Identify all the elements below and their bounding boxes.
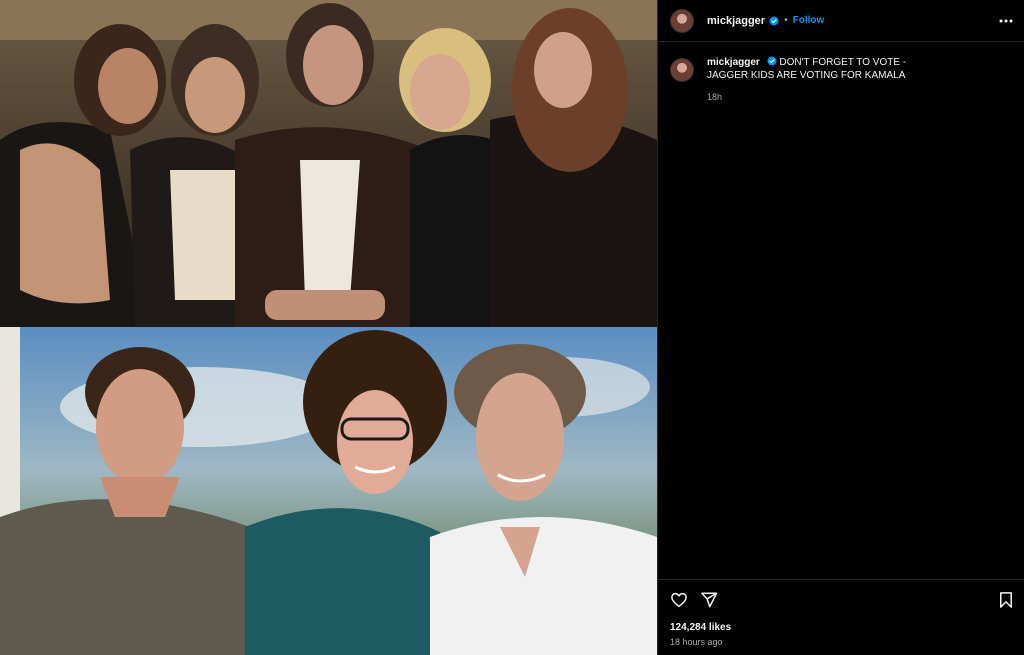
post-side-panel: mickjagger • Follow mickjagger DON'T FOR… bbox=[657, 0, 1024, 655]
username-link[interactable]: mickjagger bbox=[707, 15, 765, 27]
caption-body: mickjagger DON'T FORGET TO VOTE - JAGGER… bbox=[707, 56, 917, 104]
heart-icon[interactable] bbox=[670, 591, 688, 609]
follow-button[interactable]: Follow bbox=[793, 15, 825, 26]
caption-timestamp[interactable]: 18h bbox=[707, 91, 917, 104]
caption-username-link[interactable]: mickjagger bbox=[707, 57, 760, 68]
caption-avatar[interactable] bbox=[670, 58, 694, 82]
bookmark-icon[interactable] bbox=[998, 591, 1014, 609]
post-timestamp[interactable]: 18 hours ago bbox=[670, 637, 723, 647]
header-separator: • bbox=[784, 15, 788, 26]
photo-three-men-bottom bbox=[0, 327, 657, 655]
more-options-icon[interactable] bbox=[998, 13, 1014, 29]
avatar[interactable] bbox=[670, 8, 694, 33]
post-header: mickjagger • Follow bbox=[658, 0, 1024, 42]
verified-badge-icon bbox=[769, 16, 779, 25]
post-media[interactable] bbox=[0, 0, 657, 655]
verified-badge-icon bbox=[767, 56, 777, 66]
post-actions: 124,284 likes 18 hours ago bbox=[658, 579, 1024, 655]
share-icon[interactable] bbox=[700, 591, 718, 609]
likes-count[interactable]: 124,284 likes bbox=[670, 622, 731, 633]
post-caption: mickjagger DON'T FORGET TO VOTE - JAGGER… bbox=[658, 42, 1024, 104]
photo-family-group-top bbox=[0, 0, 657, 327]
